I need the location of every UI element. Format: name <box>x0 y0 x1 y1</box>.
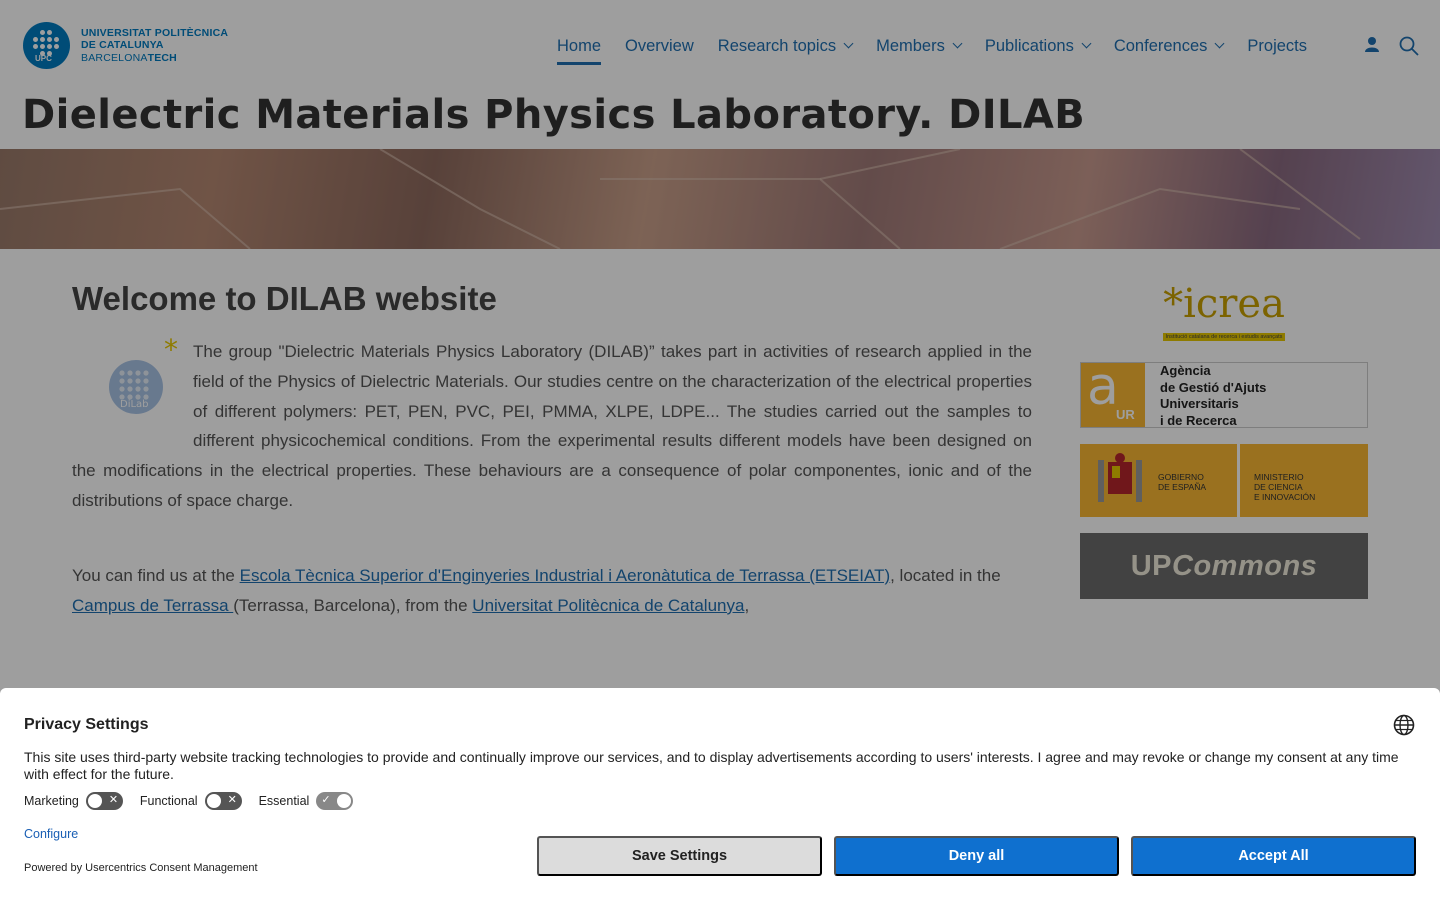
essential-toggle: ✓ <box>316 792 354 810</box>
essential-label: Essential <box>258 794 310 808</box>
save-settings-button[interactable]: Save Settings <box>537 836 822 876</box>
marketing-label: Marketing <box>24 794 79 808</box>
deny-all-button[interactable]: Deny all <box>834 836 1119 876</box>
close-icon: ✕ <box>108 794 119 806</box>
powered-by-text: Powered by Usercentrics Consent Manageme… <box>24 862 258 874</box>
configure-link[interactable]: Configure <box>24 827 78 841</box>
accept-all-button[interactable]: Accept All <box>1131 836 1416 876</box>
privacy-description: This site uses third-party website track… <box>24 749 1399 782</box>
language-globe-icon[interactable] <box>1393 714 1415 741</box>
privacy-settings-title: Privacy Settings <box>24 716 149 733</box>
check-icon: ✓ <box>321 794 331 806</box>
consent-toggles: Marketing ✕ Functional ✕ Essential ✓ <box>24 792 370 810</box>
functional-label: Functional <box>139 794 198 808</box>
close-icon: ✕ <box>227 794 237 806</box>
functional-toggle[interactable]: ✕ <box>204 792 242 810</box>
marketing-toggle[interactable]: ✕ <box>85 792 123 810</box>
